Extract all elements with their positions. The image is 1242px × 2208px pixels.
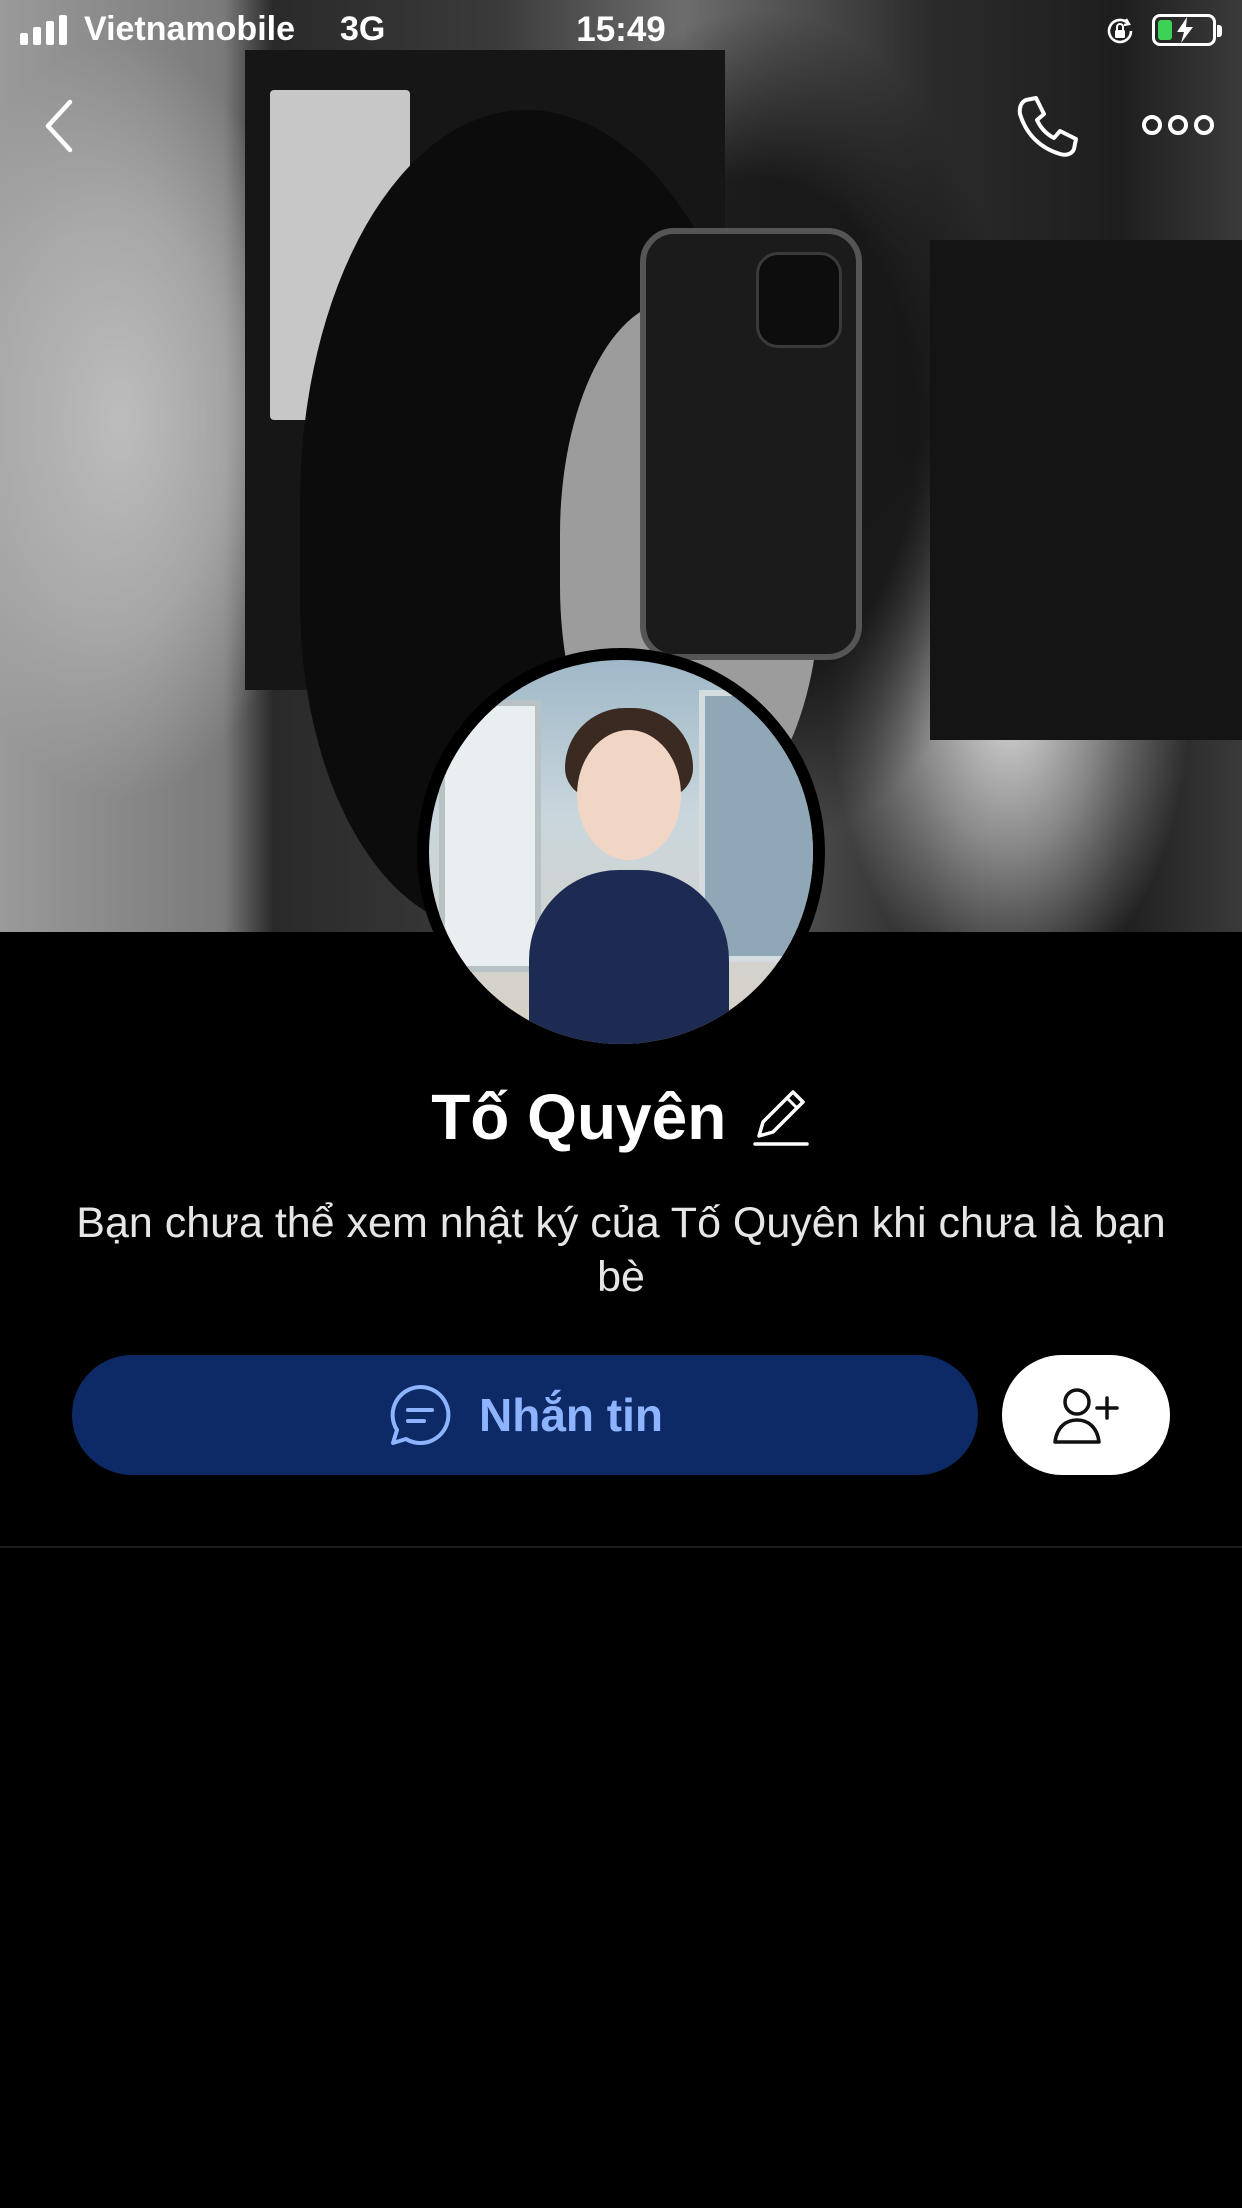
chat-bubble-icon [390,1384,451,1445]
more-icon[interactable] [1140,110,1216,140]
pencil-icon[interactable] [753,1086,811,1148]
rotation-lock-icon [1107,18,1133,44]
add-friend-button[interactable] [1002,1355,1170,1475]
cover-shelf [930,240,1242,740]
divider [0,1546,1242,1548]
message-button-label: Nhắn tin [479,1389,663,1441]
profile-name-row: Tố Quyên [0,1080,1242,1160]
privacy-notice: Bạn chưa thể xem nhật ký của Tố Quyên kh… [76,1199,1166,1301]
status-bar: Vietnamobile 3G 15:49 [0,0,1242,62]
profile-name: Tố Quyên [431,1081,727,1153]
add-friend-icon [1053,1388,1119,1444]
battery-icon [1152,14,1222,46]
cover-phone [640,228,862,660]
clock: 15:49 [576,10,666,49]
phone-icon[interactable] [1012,92,1080,160]
chevron-left-icon[interactable] [38,98,82,154]
avatar[interactable] [429,660,813,1044]
message-button[interactable]: Nhắn tin [72,1355,978,1475]
